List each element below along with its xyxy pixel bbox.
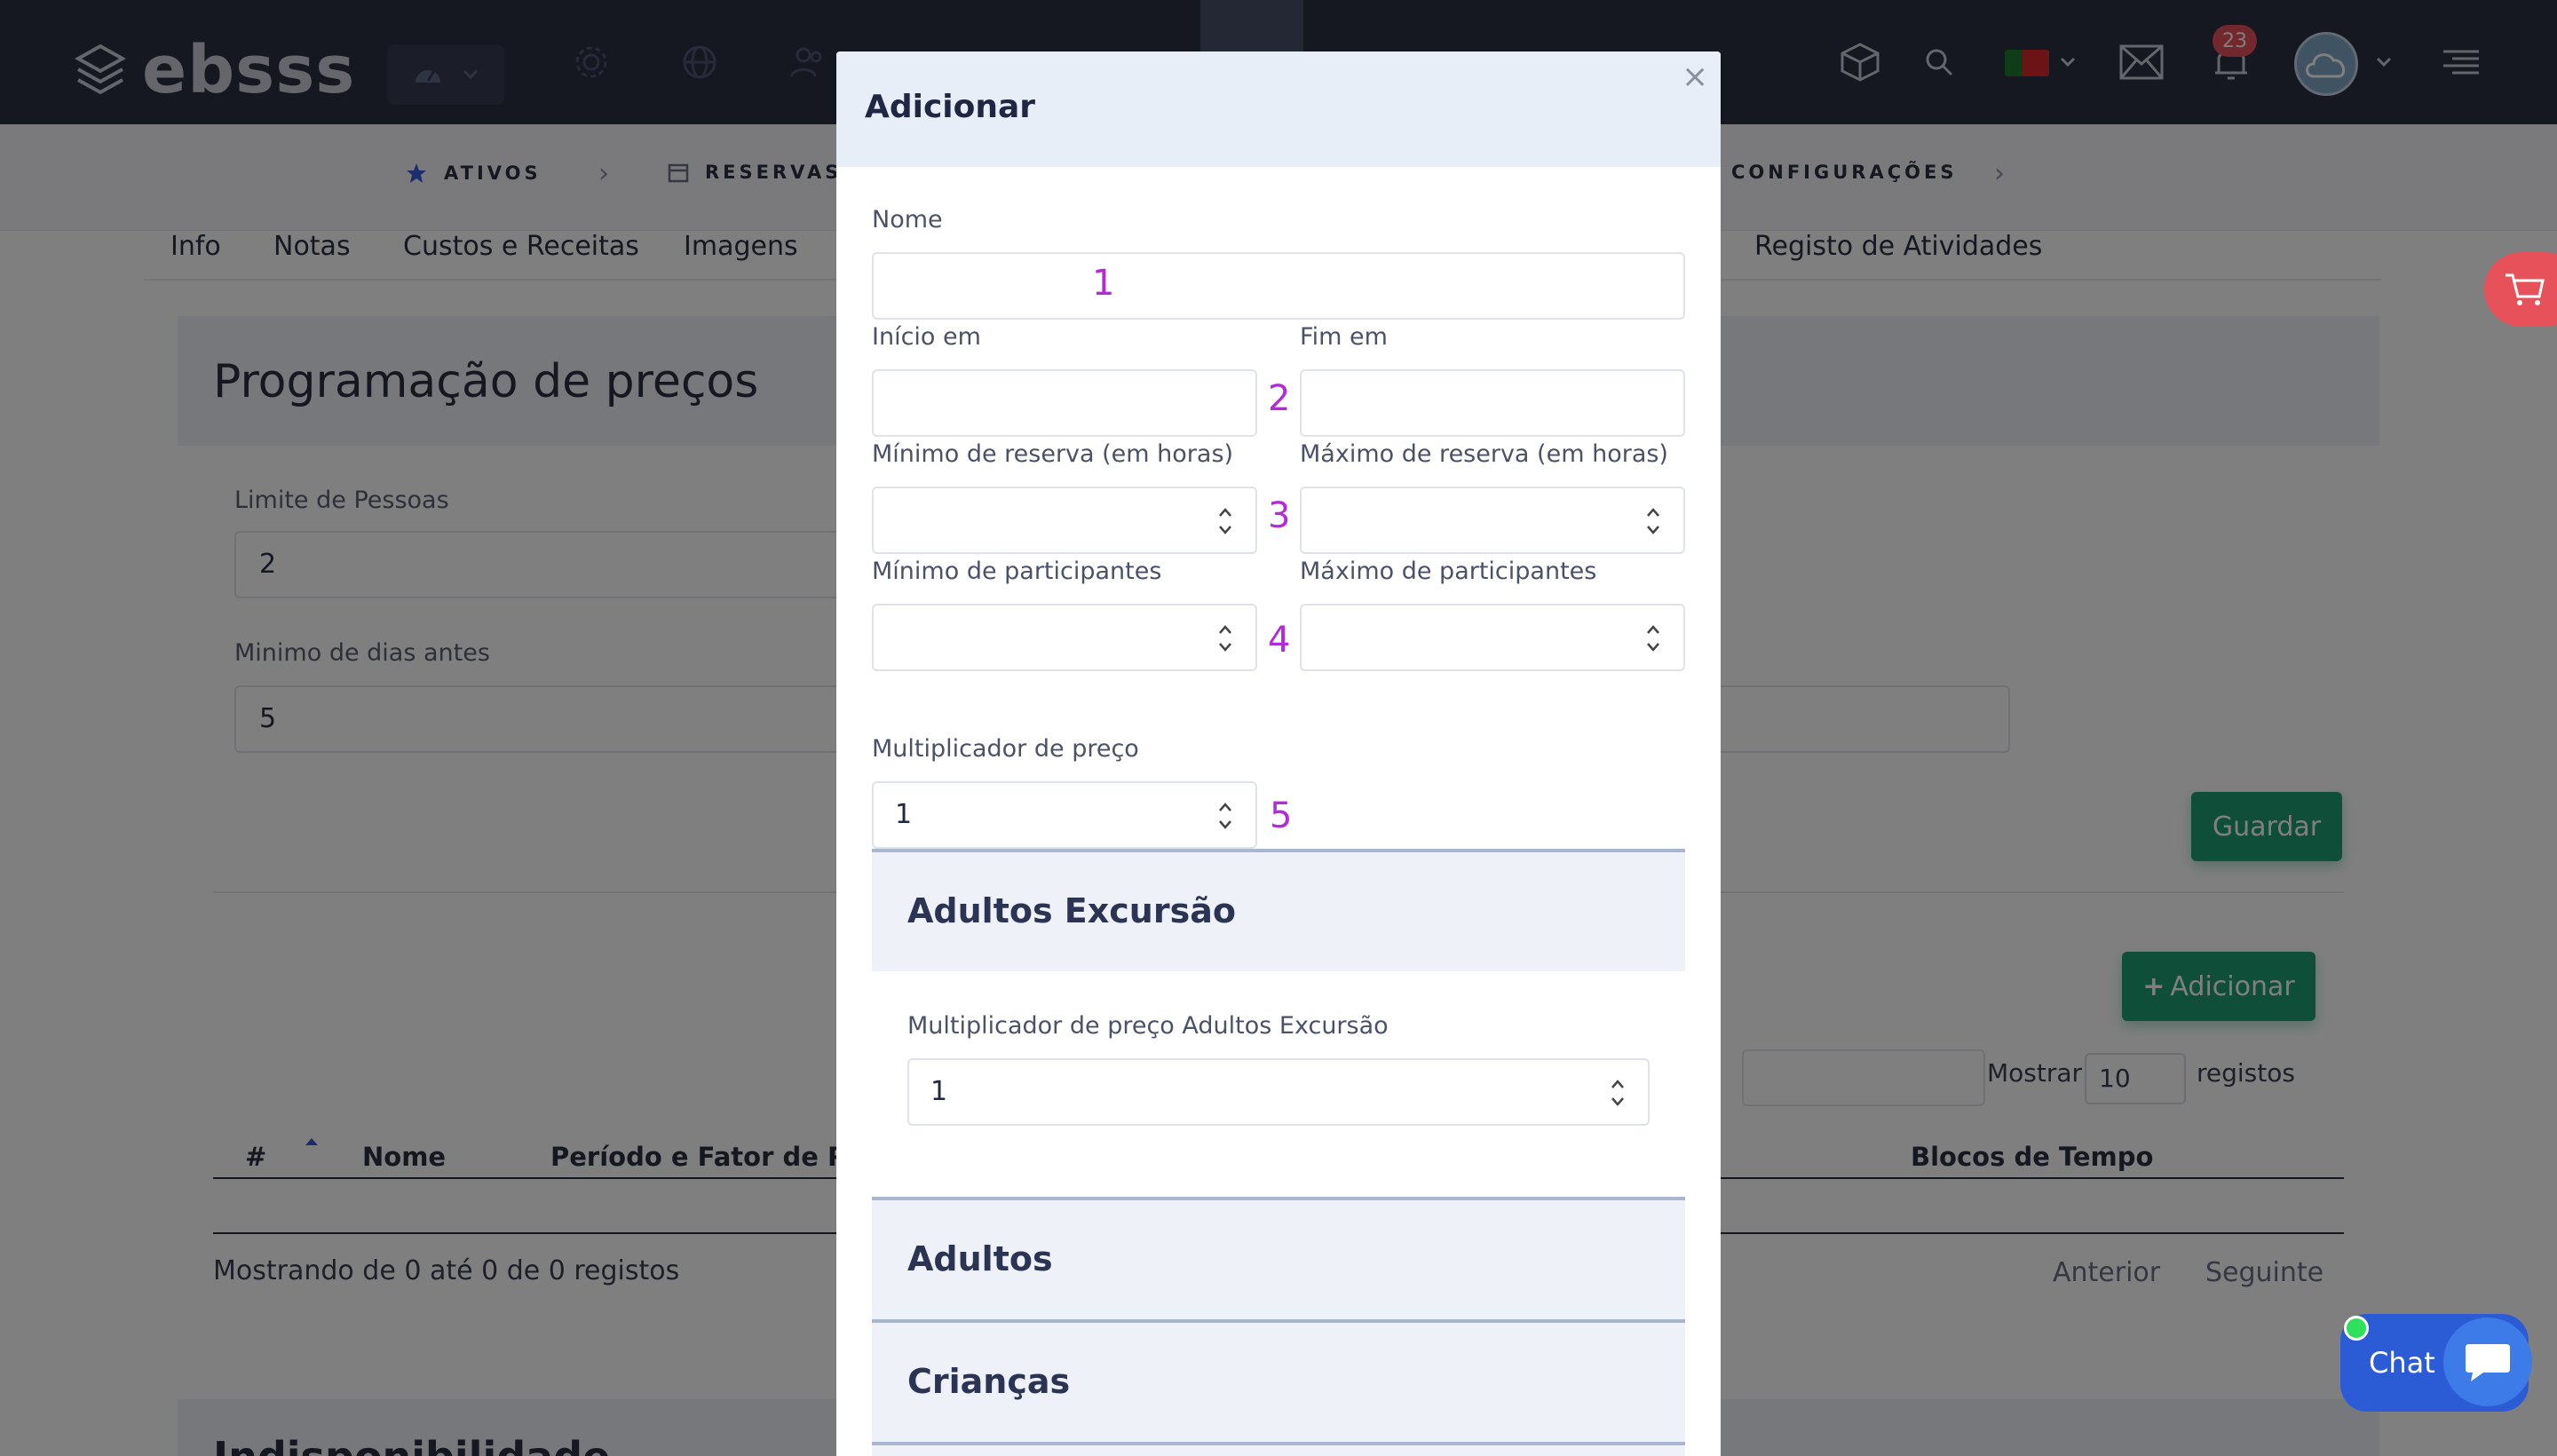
close-icon[interactable]: × — [1682, 59, 1708, 95]
fim-date-input[interactable] — [1300, 369, 1685, 437]
chat-label: Chat — [2369, 1346, 2435, 1380]
cart-button[interactable] — [2484, 252, 2557, 327]
min-participantes-input[interactable] — [872, 604, 1257, 671]
max-participantes-label: Máximo de participantes — [1300, 558, 1597, 585]
online-status-dot — [2344, 1316, 2369, 1341]
accordion-criancas-header[interactable]: Crianças — [872, 1319, 1685, 1442]
number-spinner-icon[interactable] — [1216, 623, 1234, 653]
accordion-title: Adultos Excursão — [907, 891, 1236, 930]
fim-label: Fim em — [1300, 323, 1388, 351]
cart-icon — [2506, 273, 2545, 305]
number-spinner-icon[interactable] — [1644, 623, 1662, 653]
multiplicador-input[interactable]: 1 — [872, 781, 1257, 849]
min-reserva-input[interactable] — [872, 487, 1257, 554]
marker-3: 3 — [1268, 495, 1291, 536]
modal-title: Adicionar — [865, 89, 1036, 125]
nome-input[interactable] — [872, 252, 1685, 320]
inicio-date-input[interactable] — [872, 369, 1257, 437]
min-participantes-label: Mínimo de participantes — [872, 558, 1162, 585]
min-reserva-label: Mínimo de reserva (em horas) — [872, 440, 1234, 468]
number-spinner-icon[interactable] — [1216, 801, 1234, 831]
marker-5: 5 — [1270, 795, 1293, 836]
inicio-label: Início em — [872, 323, 981, 351]
chat-bubble-icon[interactable] — [2443, 1318, 2532, 1406]
number-spinner-icon[interactable] — [1216, 506, 1234, 536]
multiplicador-adultos-excursao-label: Multiplicador de preço Adultos Excursão — [907, 1012, 1389, 1040]
max-participantes-input[interactable] — [1300, 604, 1685, 671]
modal-header: Adicionar × — [836, 51, 1721, 167]
nome-label: Nome — [872, 206, 943, 233]
accordion-title: Adultos — [907, 1239, 1053, 1278]
number-spinner-icon[interactable] — [1644, 506, 1662, 536]
accordion-next-header[interactable] — [872, 1442, 1685, 1456]
marker-4: 4 — [1268, 620, 1291, 661]
accordion-adultos-excursao-header[interactable]: Adultos Excursão — [872, 849, 1685, 971]
number-spinner-icon[interactable] — [1609, 1078, 1627, 1108]
marker-2: 2 — [1268, 378, 1291, 419]
max-reserva-label: Máximo de reserva (em horas) — [1300, 440, 1668, 468]
multiplicador-label: Multiplicador de preço — [872, 735, 1139, 763]
multiplicador-adultos-excursao-input[interactable]: 1 — [907, 1058, 1650, 1126]
add-modal: Adicionar × Nome 1 Início em Fim em 2 Mí… — [836, 51, 1721, 1456]
accordion-title: Crianças — [907, 1362, 1071, 1401]
marker-1: 1 — [1092, 263, 1115, 304]
accordion-adultos-header[interactable]: Adultos — [872, 1197, 1685, 1319]
max-reserva-input[interactable] — [1300, 487, 1685, 554]
